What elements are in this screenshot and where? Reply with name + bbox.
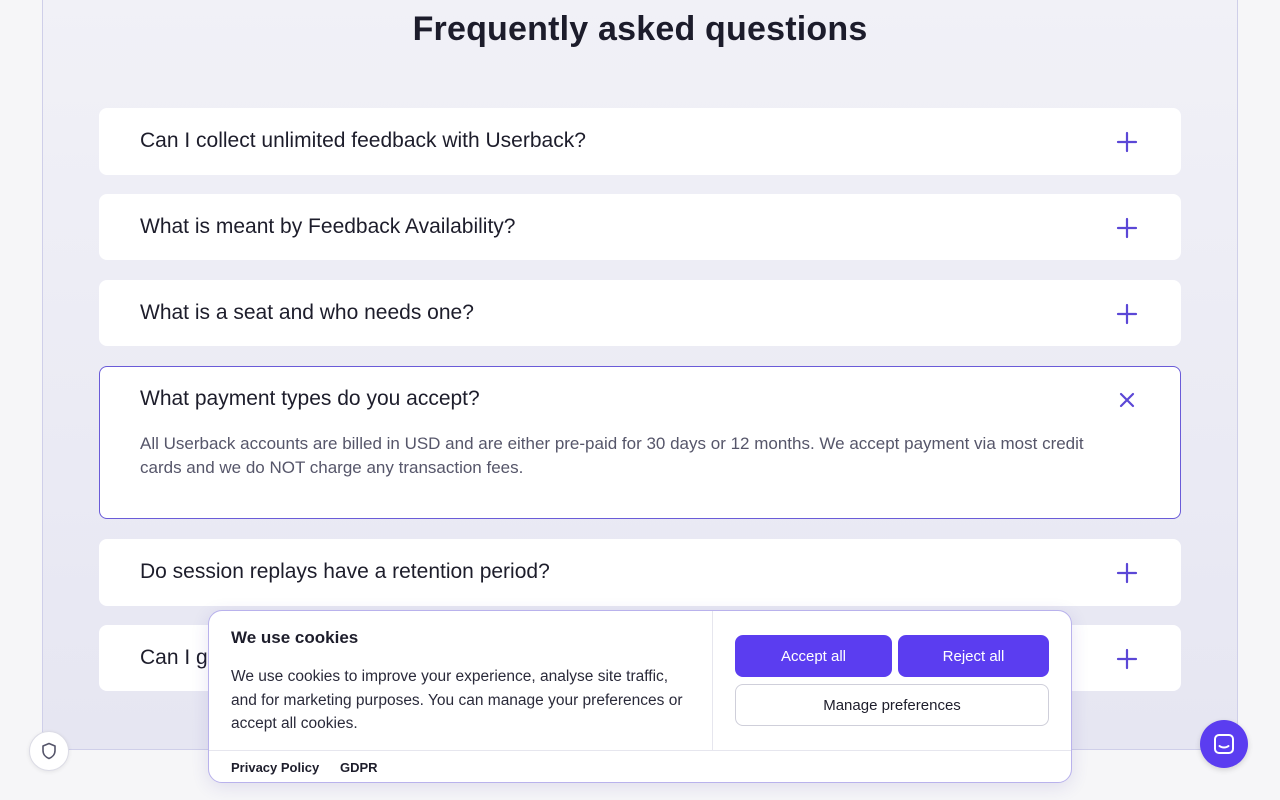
faq-item[interactable]: Do session replays have a retention peri…: [99, 539, 1181, 606]
plus-icon[interactable]: [1116, 303, 1138, 325]
privacy-policy-link[interactable]: Privacy Policy: [231, 760, 319, 775]
plus-icon[interactable]: [1116, 131, 1138, 153]
cookie-description: We use cookies to improve your experienc…: [231, 668, 683, 732]
faq-item-expanded[interactable]: What payment types do you accept? All Us…: [99, 366, 1181, 519]
plus-icon[interactable]: [1116, 648, 1138, 670]
faq-item[interactable]: What is meant by Feedback Availability?: [99, 194, 1181, 260]
cookie-title: We use cookies: [231, 628, 359, 647]
faq-question[interactable]: What is a seat and who needs one?: [140, 301, 474, 325]
faq-answer: All Userback accounts are billed in USD …: [140, 434, 1084, 477]
faq-question[interactable]: What is meant by Feedback Availability?: [140, 215, 515, 239]
close-icon[interactable]: [1116, 389, 1138, 411]
faq-title: Frequently asked questions: [412, 10, 868, 48]
plus-icon[interactable]: [1116, 562, 1138, 584]
chat-icon: [1214, 734, 1234, 754]
manage-preferences-button[interactable]: Manage preferences: [735, 684, 1049, 726]
faq-question[interactable]: Do session replays have a retention peri…: [140, 560, 550, 584]
accept-all-button[interactable]: Accept all: [735, 635, 892, 677]
chat-launcher-button[interactable]: [1200, 720, 1248, 768]
shield-icon: [42, 742, 56, 760]
faq-question[interactable]: What payment types do you accept?: [140, 387, 480, 411]
faq-question[interactable]: Can I g: [140, 646, 208, 670]
gdpr-link[interactable]: GDPR: [340, 760, 378, 775]
faq-question[interactable]: Can I collect unlimited feedback with Us…: [140, 129, 586, 153]
plus-icon[interactable]: [1116, 217, 1138, 239]
faq-item[interactable]: What is a seat and who needs one?: [99, 280, 1181, 346]
cookie-footer: Privacy Policy GDPR: [209, 750, 1071, 782]
privacy-settings-button[interactable]: [29, 731, 69, 771]
cookie-banner: We use cookies We use cookies to improve…: [208, 610, 1072, 783]
cookie-info: We use cookies We use cookies to improve…: [209, 611, 713, 750]
reject-all-button[interactable]: Reject all: [898, 635, 1049, 677]
faq-item[interactable]: Can I collect unlimited feedback with Us…: [99, 108, 1181, 175]
